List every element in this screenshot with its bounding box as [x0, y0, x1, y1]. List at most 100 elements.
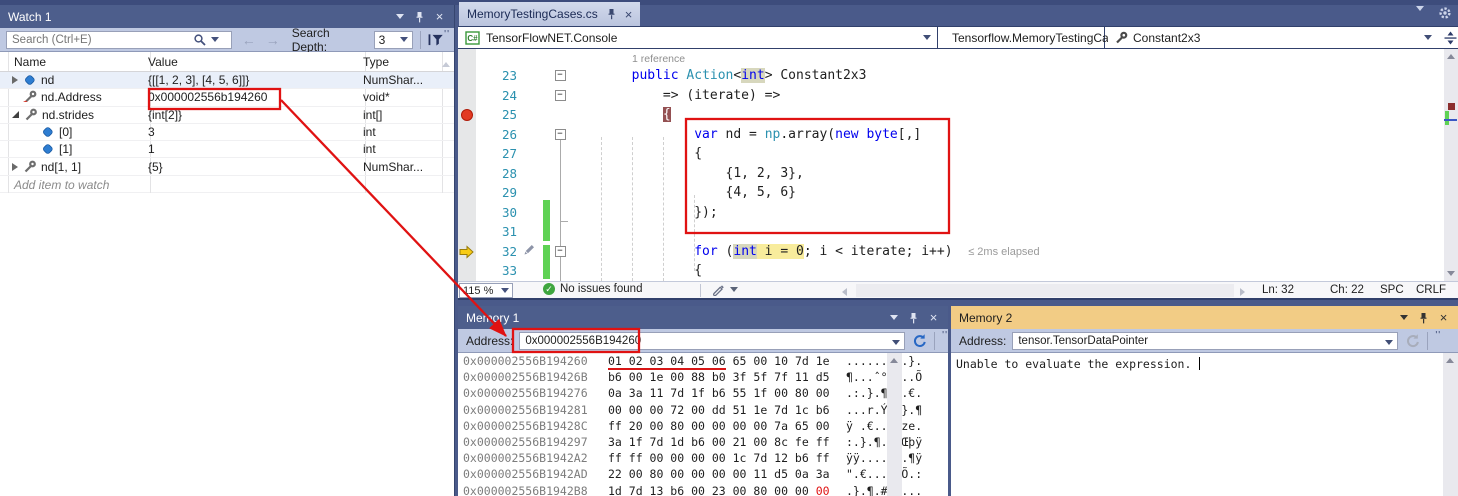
memory-row[interactable]: 0x000002556B1942AD22 00 80 00 00 00 00 1…: [458, 466, 948, 482]
address-chevron-icon[interactable]: [892, 340, 900, 345]
fold-collapse-box[interactable]: −: [555, 70, 566, 81]
line-breakpoint-margin[interactable]: [458, 203, 476, 223]
watch-value-cell[interactable]: {int[2]}: [142, 108, 357, 122]
search-options-chevron-icon[interactable]: [211, 37, 219, 42]
address-input[interactable]: [520, 335, 888, 347]
memory-row[interactable]: 0x000002556B19428Cff 20 00 80 00 00 00 0…: [458, 418, 948, 434]
watch-row[interactable]: [0]3int: [0, 124, 454, 141]
close-icon[interactable]: ×: [1435, 310, 1452, 325]
search-icon[interactable]: [193, 33, 207, 47]
memory-bytes[interactable]: ff ff 00 00 00 00 1c 7d 12 b6 ff: [608, 451, 838, 465]
document-tab[interactable]: MemoryTestingCases.cs ×: [459, 2, 640, 26]
watch-value-cell[interactable]: {5}: [142, 160, 357, 174]
line-breakpoint-margin[interactable]: [458, 86, 476, 106]
line-outline-margin[interactable]: −: [551, 129, 569, 140]
code-line[interactable]: 23− public Action<int> Constant2x3: [458, 66, 1458, 86]
code-editor[interactable]: 1 reference23− public Action<int> Consta…: [458, 49, 1458, 281]
line-breakpoint-margin[interactable]: [458, 164, 476, 184]
code-line[interactable]: 32− for (int i = 0; i < iterate; i++) ≤ …: [458, 242, 1458, 262]
code-cleanup-button[interactable]: [712, 283, 738, 296]
memory-bytes[interactable]: 22 00 80 00 00 00 00 11 d5 0a 3a: [608, 467, 838, 481]
toolbar-overflow-icon[interactable]: '': [1435, 330, 1441, 341]
code-line[interactable]: 28 {1, 2, 3},: [458, 164, 1458, 184]
close-icon[interactable]: ×: [925, 310, 942, 325]
memory2-titlebar[interactable]: Memory 2 ×: [951, 306, 1458, 329]
scroll-up-icon[interactable]: [1447, 54, 1455, 59]
code-text[interactable]: public Action<int> Constant2x3: [569, 68, 866, 83]
code-line[interactable]: 24− => (iterate) =>: [458, 86, 1458, 106]
pin-icon[interactable]: [1415, 310, 1432, 325]
watch-value-cell[interactable]: 1: [142, 142, 357, 156]
memory-bytes[interactable]: b6 00 1e 00 88 b0 3f 5f 7f 11 d5: [608, 370, 838, 384]
scroll-up-icon[interactable]: [890, 358, 898, 363]
line-breakpoint-margin[interactable]: [458, 66, 476, 86]
expander-expanded-icon[interactable]: [12, 111, 19, 118]
memory1-hex-view[interactable]: 0x000002556B19426001 02 03 04 05 06 65 0…: [458, 353, 948, 496]
memory-bytes[interactable]: ff 20 00 80 00 00 00 00 7a 65 00: [608, 419, 838, 433]
hscroll-left-icon[interactable]: [842, 287, 847, 299]
watch-value-cell[interactable]: 0x000002556b194260: [142, 90, 357, 104]
line-breakpoint-margin[interactable]: [458, 125, 476, 145]
scroll-up-icon[interactable]: [442, 56, 450, 70]
memory2-view[interactable]: Unable to evaluate the expression.: [951, 353, 1458, 496]
address-input[interactable]: [1013, 335, 1381, 347]
class-dropdown[interactable]: Tensorflow.MemoryTestingCases: [941, 27, 1105, 48]
line-breakpoint-margin[interactable]: [458, 242, 476, 262]
code-line[interactable]: 25 {: [458, 105, 1458, 125]
line-breakpoint-margin[interactable]: [458, 183, 476, 203]
fold-collapse-box[interactable]: −: [555, 246, 566, 257]
memory-row[interactable]: 0x000002556B19426Bb6 00 1e 00 88 b0 3f 5…: [458, 369, 948, 385]
memory-row[interactable]: 0x000002556B19426001 02 03 04 05 06 65 0…: [458, 353, 948, 369]
scroll-down-icon[interactable]: [1447, 271, 1455, 276]
search-forward-icon[interactable]: →: [266, 33, 280, 47]
code-text[interactable]: {: [569, 263, 702, 278]
fold-collapse-box[interactable]: −: [555, 129, 566, 140]
toolbar-overflow-icon[interactable]: '': [942, 330, 948, 341]
project-dropdown[interactable]: C# TensorFlowNET.Console: [459, 27, 938, 48]
pin-icon[interactable]: [411, 9, 428, 24]
filter-pin-icon[interactable]: [428, 33, 444, 47]
window-position-icon[interactable]: [885, 310, 902, 325]
refresh-icon[interactable]: [911, 333, 927, 349]
split-window-icon[interactable]: [1444, 31, 1457, 45]
address-chevron-icon[interactable]: [1385, 340, 1393, 345]
memory2-scrollbar[interactable]: [1443, 353, 1458, 496]
codelens-references[interactable]: 1 reference: [632, 49, 685, 66]
watch-row[interactable]: nd.strides{int[2]}int[]: [0, 107, 454, 124]
address-combo[interactable]: [1012, 332, 1398, 350]
memory-bytes[interactable]: 3a 1f 7d 1d b6 00 21 00 8c fe ff: [608, 435, 838, 449]
memory-row[interactable]: 0x000002556B1942A2ff ff 00 00 00 00 1c 7…: [458, 450, 948, 466]
search-input[interactable]: [7, 34, 193, 46]
code-text[interactable]: for (int i = 0; i < iterate; i++) ≤ 2ms …: [569, 244, 1040, 259]
code-line[interactable]: 29 {4, 5, 6}: [458, 183, 1458, 203]
window-position-icon[interactable]: [1395, 310, 1412, 325]
memory-bytes[interactable]: 00 00 00 72 00 dd 51 1e 7d 1c b6: [608, 403, 838, 417]
watch-row[interactable]: nd.Address0x000002556b194260void*: [0, 89, 454, 106]
line-breakpoint-margin[interactable]: [458, 261, 476, 281]
column-header-value[interactable]: Value: [142, 52, 357, 71]
memory-row[interactable]: 0x000002556B19428100 00 00 72 00 dd 51 1…: [458, 402, 948, 418]
line-outline-margin[interactable]: −: [551, 90, 569, 101]
pin-icon[interactable]: [905, 310, 922, 325]
code-text[interactable]: var nd = np.array(new byte[,]: [569, 127, 921, 142]
line-outline-margin[interactable]: −: [551, 246, 569, 257]
watch-search-box[interactable]: [6, 31, 232, 49]
memory-bytes[interactable]: 0a 3a 11 7d 1f b6 55 1f 00 80 00: [608, 386, 838, 400]
breakpoint-icon[interactable]: [461, 109, 473, 121]
memory1-titlebar[interactable]: Memory 1 ×: [458, 306, 948, 329]
memory-bytes[interactable]: 1d 7d 13 b6 00 23 00 80 00 00 00: [608, 484, 838, 496]
code-text[interactable]: {1, 2, 3},: [569, 166, 804, 181]
code-line[interactable]: 31: [458, 222, 1458, 242]
window-position-icon[interactable]: [391, 9, 408, 24]
add-watch-item-row[interactable]: Add item to watch: [0, 176, 454, 193]
memory-row[interactable]: 0x000002556B1942B81d 7d 13 b6 00 23 00 8…: [458, 483, 948, 496]
zoom-combo[interactable]: 115 %: [459, 283, 513, 298]
line-breakpoint-margin[interactable]: [458, 105, 476, 125]
code-text[interactable]: });: [569, 205, 718, 220]
fold-collapse-box[interactable]: −: [555, 90, 566, 101]
watch-value-cell[interactable]: {[[1, 2, 3], [4, 5, 6]]}: [142, 73, 357, 87]
code-line[interactable]: 30 });: [458, 203, 1458, 223]
code-text[interactable]: => (iterate) =>: [569, 88, 780, 103]
member-dropdown[interactable]: Constant2x3: [1108, 27, 1438, 48]
watch-value-cell[interactable]: 3: [142, 125, 357, 139]
